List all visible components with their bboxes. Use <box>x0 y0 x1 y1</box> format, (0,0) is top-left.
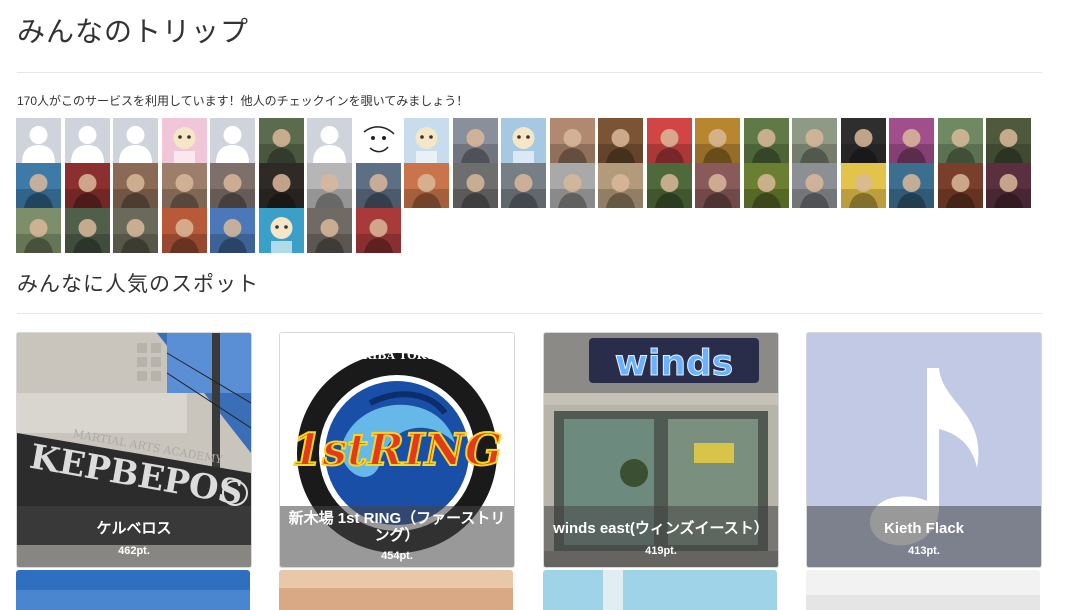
spot-overlay: winds east(ウィンズイースト） 419pt. <box>544 506 778 567</box>
spot-points: 454pt. <box>381 550 413 562</box>
spot-card-partial[interactable] <box>806 570 1040 610</box>
popular-spots-heading: みんなに人気のスポット <box>17 273 259 296</box>
user-avatar[interactable] <box>744 163 789 208</box>
user-avatar[interactable] <box>356 118 401 163</box>
user-avatar[interactable] <box>65 118 110 163</box>
user-avatar[interactable] <box>453 163 498 208</box>
user-avatar[interactable] <box>404 118 449 163</box>
divider <box>17 313 1042 314</box>
spot-overlay: ケルベロス 462pt. <box>17 506 251 567</box>
spot-points: 462pt. <box>118 545 150 557</box>
user-avatar[interactable] <box>841 163 886 208</box>
user-avatar[interactable] <box>210 118 255 163</box>
user-avatar[interactable] <box>307 118 352 163</box>
spot-name: Kieth Flack <box>883 520 965 537</box>
spot-name: 新木場 1st RING（ファーストリング） <box>288 510 506 544</box>
spot-points: 413pt. <box>908 545 940 557</box>
user-avatar[interactable] <box>113 163 158 208</box>
user-avatar[interactable] <box>307 163 352 208</box>
user-avatar[interactable] <box>162 208 207 253</box>
user-avatar[interactable] <box>986 163 1031 208</box>
user-avatar[interactable] <box>307 208 352 253</box>
spot-overlay: 新木場 1st RING（ファーストリング） 454pt. <box>280 506 514 567</box>
user-avatar[interactable] <box>501 163 546 208</box>
user-avatar[interactable] <box>113 208 158 253</box>
user-avatar[interactable] <box>550 118 595 163</box>
user-avatar[interactable] <box>598 163 643 208</box>
user-avatar[interactable] <box>65 208 110 253</box>
svg-text:winds: winds <box>615 343 733 384</box>
user-avatar[interactable] <box>16 208 61 253</box>
user-avatar[interactable] <box>792 118 837 163</box>
user-avatar[interactable] <box>259 163 304 208</box>
spot-points: 419pt. <box>645 545 677 557</box>
svg-text:TOKYO SHINKIBA TOKYO SHINKIBA: TOKYO SHINKIBA TOKYO SHINKIBA <box>281 349 514 362</box>
user-avatar[interactable] <box>162 163 207 208</box>
user-avatar[interactable] <box>162 118 207 163</box>
user-avatar[interactable] <box>259 118 304 163</box>
page-title: みんなのトリップ <box>17 16 250 47</box>
spot-card-partial[interactable] <box>16 570 250 610</box>
user-avatar[interactable] <box>356 208 401 253</box>
user-avatar[interactable] <box>889 118 934 163</box>
user-avatar[interactable] <box>113 118 158 163</box>
user-avatar[interactable] <box>259 208 304 253</box>
user-avatar-grid <box>16 118 1040 254</box>
spot-card-partial[interactable] <box>279 570 513 610</box>
user-avatar[interactable] <box>938 163 983 208</box>
users-intro-text: 170人がこのサービスを利用しています！他人のチェックインを覗いてみましょう！ <box>17 94 469 108</box>
user-avatar[interactable] <box>889 163 934 208</box>
user-avatar[interactable] <box>16 163 61 208</box>
spot-card-kieth-flack[interactable]: Kieth Flack 413pt. <box>806 332 1042 568</box>
user-avatar[interactable] <box>938 118 983 163</box>
user-avatar[interactable] <box>210 208 255 253</box>
user-avatar[interactable] <box>501 118 546 163</box>
user-avatar[interactable] <box>598 118 643 163</box>
spot-name: winds east(ウィンズイースト） <box>553 520 769 537</box>
spot-card-winds-east[interactable]: winds winds east(ウィンズイースト） 419pt. <box>543 332 779 568</box>
user-avatar[interactable] <box>453 118 498 163</box>
user-avatar[interactable] <box>695 118 740 163</box>
svg-text:1stRING: 1stRING <box>292 425 503 476</box>
user-avatar[interactable] <box>744 118 789 163</box>
user-avatar[interactable] <box>550 163 595 208</box>
divider <box>17 72 1042 73</box>
user-avatar[interactable] <box>647 118 692 163</box>
user-avatar[interactable] <box>404 163 449 208</box>
user-avatar[interactable] <box>16 118 61 163</box>
spot-card-1st-ring[interactable]: TOKYO SHINKIBA TOKYO SHINKIBA 1stRING 新木… <box>279 332 515 568</box>
popular-spots-grid: MARTIAL ARTS ACADEMY KEPBEPOS ケルベロス 462p… <box>16 332 1046 610</box>
spot-overlay: Kieth Flack 413pt. <box>807 506 1041 567</box>
spot-card-kerberos[interactable]: MARTIAL ARTS ACADEMY KEPBEPOS ケルベロス 462p… <box>16 332 252 568</box>
spot-card-partial[interactable] <box>543 570 777 610</box>
user-avatar[interactable] <box>986 118 1031 163</box>
user-avatar[interactable] <box>841 118 886 163</box>
user-avatar[interactable] <box>647 163 692 208</box>
user-avatar[interactable] <box>356 163 401 208</box>
user-avatar[interactable] <box>695 163 740 208</box>
user-avatar[interactable] <box>792 163 837 208</box>
user-avatar[interactable] <box>210 163 255 208</box>
user-avatar[interactable] <box>65 163 110 208</box>
spot-name: ケルベロス <box>96 520 172 537</box>
